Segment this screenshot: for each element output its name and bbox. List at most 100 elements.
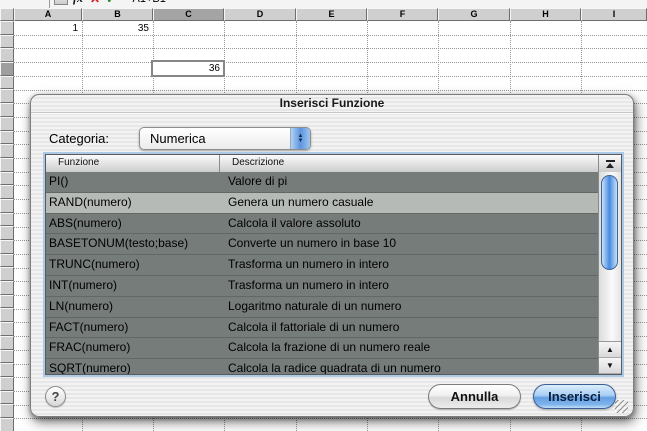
- row-header[interactable]: [0, 363, 14, 377]
- cell-reference-box[interactable]: C4: [0, 0, 50, 8]
- grid-hline: [14, 48, 647, 49]
- list-item-rand-selected[interactable]: RAND(numero) Genera un numero casuale: [46, 193, 598, 214]
- function-list-header: Funzione Descrizione: [46, 155, 621, 173]
- row-header[interactable]: [0, 226, 14, 240]
- row-header[interactable]: [0, 103, 14, 117]
- function-name: LN(numero): [46, 297, 223, 317]
- row-header[interactable]: [0, 391, 14, 405]
- list-item-fact[interactable]: FACT(numero) Calcola il fattoriale di un…: [46, 318, 598, 339]
- list-item-pi[interactable]: PI() Valore di pi: [46, 172, 598, 193]
- function-name: RAND(numero): [46, 193, 223, 213]
- popup-arrows-icon: ▲ ▼: [290, 128, 310, 149]
- row-header[interactable]: [0, 48, 14, 62]
- row-header[interactable]: [0, 377, 14, 391]
- list-item-frac[interactable]: FRAC(numero) Calcola la frazione di un n…: [46, 338, 598, 359]
- scroll-down-icon[interactable]: ▼: [599, 358, 621, 374]
- function-name: SQRT(numero): [46, 359, 223, 374]
- category-popup[interactable]: Numerica ▲ ▼: [139, 127, 311, 150]
- row-header[interactable]: [0, 295, 14, 309]
- dialog-title: Inserisci Funzione: [31, 95, 633, 113]
- list-item-basetonum[interactable]: BASETONUM(testo;base) Converte un numero…: [46, 234, 598, 255]
- row-header[interactable]: [0, 131, 14, 145]
- column-header-b[interactable]: B: [82, 8, 153, 21]
- column-header-c[interactable]: C: [153, 8, 224, 21]
- function-desc: Converte un numero in base 10: [223, 234, 598, 254]
- row-header[interactable]: [0, 240, 14, 254]
- sort-ascending-icon[interactable]: [598, 155, 621, 172]
- scroll-up-icon[interactable]: ▲: [599, 342, 621, 358]
- function-name: BASETONUM(testo;base): [46, 234, 223, 254]
- row-header[interactable]: [0, 35, 14, 49]
- app-window: C4 ▼ fx ✕ ✓ =A1+B1 A B C D E F G H I 1 3…: [0, 0, 647, 431]
- cell-a1[interactable]: 1: [14, 23, 78, 34]
- column-header-g[interactable]: G: [438, 8, 510, 21]
- scrollbar-thumb[interactable]: [601, 175, 618, 270]
- row-headers: [0, 21, 14, 431]
- cancel-button[interactable]: Annulla: [428, 384, 521, 409]
- sheet-corner-box[interactable]: [0, 8, 14, 21]
- column-header-funzione[interactable]: Funzione: [46, 155, 220, 172]
- function-list-body: PI() Valore di pi RAND(numero) Genera un…: [46, 172, 598, 374]
- row-header[interactable]: [0, 172, 14, 186]
- function-desc: Genera un numero casuale: [223, 193, 598, 213]
- list-item-sqrt[interactable]: SQRT(numero) Calcola la radice quadrata …: [46, 359, 598, 374]
- list-item-abs[interactable]: ABS(numero) Calcola il valore assoluto: [46, 214, 598, 235]
- grid-hline: [14, 35, 647, 36]
- row-header[interactable]: [0, 254, 14, 268]
- chevron-down-icon[interactable]: ▼: [54, 0, 68, 5]
- column-header-a[interactable]: A: [14, 8, 82, 21]
- scrollbar-arrows: ▲ ▼: [599, 341, 621, 374]
- row-header[interactable]: [0, 185, 14, 199]
- column-header-descrizione[interactable]: Descrizione: [220, 155, 598, 172]
- row-header[interactable]: [0, 350, 14, 364]
- column-header-h[interactable]: H: [510, 8, 581, 21]
- insert-button[interactable]: Inserisci: [533, 384, 616, 409]
- function-name: FACT(numero): [46, 318, 223, 338]
- column-header-e[interactable]: E: [296, 8, 367, 21]
- category-popup-value: Numerica: [140, 128, 310, 149]
- function-name: ABS(numero): [46, 214, 223, 234]
- row-header[interactable]: [0, 21, 14, 35]
- row-header[interactable]: [0, 267, 14, 281]
- column-header-i[interactable]: I: [581, 8, 647, 21]
- function-desc: Calcola il fattoriale di un numero: [223, 318, 598, 338]
- function-name: INT(numero): [46, 276, 223, 296]
- help-button[interactable]: ?: [45, 386, 66, 407]
- grid-hline: [14, 62, 647, 63]
- row-header[interactable]: [0, 117, 14, 131]
- row-header[interactable]: [0, 281, 14, 295]
- row-header[interactable]: [0, 336, 14, 350]
- cell-c4-selected[interactable]: 36: [151, 60, 225, 77]
- column-header-d[interactable]: D: [224, 8, 296, 21]
- row-header[interactable]: [0, 89, 14, 103]
- row-header[interactable]: [0, 308, 14, 322]
- row-header[interactable]: [0, 76, 14, 90]
- category-label: Categoria:: [49, 127, 109, 150]
- grid-hline: [14, 90, 647, 91]
- list-item-ln[interactable]: LN(numero) Logaritmo naturale di un nume…: [46, 297, 598, 318]
- row-header[interactable]: [0, 144, 14, 158]
- row-header[interactable]: [0, 158, 14, 172]
- list-item-trunc[interactable]: TRUNC(numero) Trasforma un numero in int…: [46, 255, 598, 276]
- row-header[interactable]: [0, 62, 14, 76]
- row-header[interactable]: [0, 418, 14, 431]
- function-desc: Calcola il valore assoluto: [223, 214, 598, 234]
- function-list: Funzione Descrizione PI() Valore di pi R…: [45, 154, 622, 375]
- fx-icon[interactable]: fx: [73, 0, 83, 6]
- list-item-int[interactable]: INT(numero) Trasforma un numero in inter…: [46, 276, 598, 297]
- confirm-check-icon[interactable]: ✓: [106, 0, 116, 6]
- cell-b1[interactable]: 35: [84, 23, 149, 34]
- formula-bar: C4 ▼ fx ✕ ✓ =A1+B1: [0, 0, 647, 8]
- grid-hline: [14, 76, 647, 77]
- formula-input[interactable]: =A1+B1: [126, 0, 166, 5]
- row-header[interactable]: [0, 199, 14, 213]
- cancel-x-icon[interactable]: ✕: [90, 0, 100, 6]
- function-desc: Calcola la radice quadrata di un numero: [223, 359, 598, 374]
- function-name: PI(): [46, 172, 223, 192]
- row-header[interactable]: [0, 404, 14, 418]
- column-header-f[interactable]: F: [367, 8, 438, 21]
- row-header[interactable]: [0, 322, 14, 336]
- list-scrollbar[interactable]: ▲ ▼: [598, 172, 621, 374]
- row-header[interactable]: [0, 213, 14, 227]
- resize-grip-icon[interactable]: [615, 400, 628, 413]
